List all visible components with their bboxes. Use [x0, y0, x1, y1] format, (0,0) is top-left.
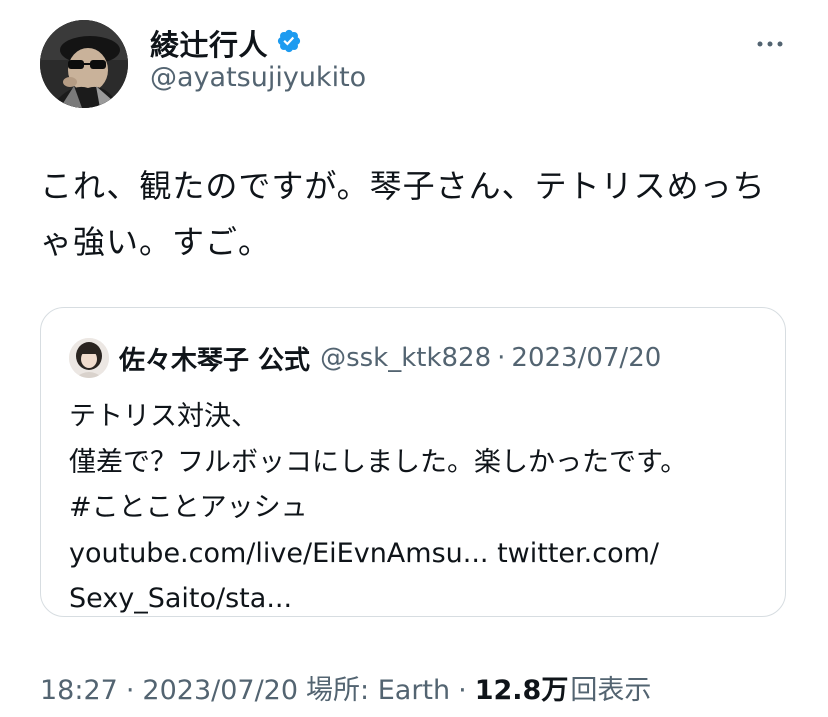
quoted-tweet-header: 佐々木琴子 公式 @ssk_ktk828 · 2023/07/20	[69, 338, 661, 378]
views-count: 12.8万	[474, 675, 569, 706]
tweet-text-line: これ、観たのですが。琴子さん、テトリスめっち	[40, 167, 766, 205]
quoted-text-line: テトリス対決、	[69, 401, 258, 432]
tweet-location: 場所: Earth	[306, 675, 451, 706]
quoted-tweet-text: テトリス対決、 僅差で？フルボッコにしました。楽しかったです。 #ことことアッシ…	[69, 394, 769, 622]
more-options-button[interactable]	[750, 26, 790, 56]
author-handle[interactable]: @ayatsujiyukito	[150, 62, 366, 93]
quoted-author-avatar	[69, 338, 109, 378]
verified-badge-icon	[276, 28, 302, 58]
tweet-date[interactable]: 2023/07/20	[142, 675, 298, 706]
more-horizontal-icon	[757, 32, 783, 51]
hashtag-link[interactable]: #ことことアッシュ	[69, 485, 769, 531]
views-label: 回表示	[570, 675, 652, 706]
quoted-author-handle: @ssk_ktk828	[320, 343, 492, 373]
separator-dot: ·	[497, 343, 506, 373]
separator-dot: ·	[458, 675, 467, 706]
author-name-row[interactable]: 綾辻行人	[150, 22, 302, 64]
tweet-text: これ、観たのですが。琴子さん、テトリスめっち ゃ強い。すご。	[40, 158, 800, 270]
tweet-time[interactable]: 18:27	[40, 675, 118, 706]
quoted-tweet-card[interactable]: 佐々木琴子 公式 @ssk_ktk828 · 2023/07/20 テトリス対決…	[40, 307, 786, 617]
author-name[interactable]: 綾辻行人	[150, 22, 268, 64]
quoted-text-line: 僅差で？フルボッコにしました。楽しかったです。	[69, 446, 688, 478]
author-avatar[interactable]	[40, 20, 128, 108]
quoted-tweet-date: 2023/07/20	[511, 343, 662, 373]
tweet-meta: 18:27 · 2023/07/20 場所: Earth · 12.8万 回表示	[40, 668, 651, 707]
separator-dot: ·	[125, 675, 135, 706]
quoted-link-line[interactable]: Sexy_Saito/sta...	[69, 576, 769, 622]
quoted-author-name: 佐々木琴子 公式	[119, 345, 311, 376]
tweet-text-line: ゃ強い。すご。	[40, 223, 272, 261]
quoted-link-line[interactable]: youtube.com/live/EiEvnAmsu... twitter.co…	[69, 531, 769, 577]
